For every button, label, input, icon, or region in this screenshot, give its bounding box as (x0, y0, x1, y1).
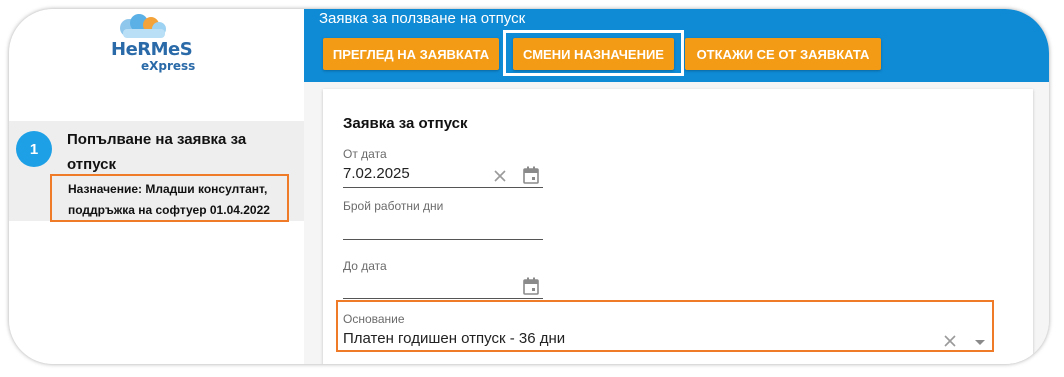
logo-name: HeRMeS (111, 39, 193, 60)
cancel-request-button[interactable]: ОТКАЖИ СЕ ОТ ЗАЯВКАТА (685, 38, 881, 70)
basis-label: Основание (343, 312, 405, 326)
assignment-line: поддръжка на софтуер 01.04.2022 (68, 203, 270, 217)
header-bar: Заявка за ползване на отпуск ПРЕГЛЕД НА … (304, 9, 1049, 82)
form-title: Заявка за отпуск (343, 115, 468, 132)
from-date-input[interactable]: 7.02.2025 (343, 165, 410, 182)
sidebar: HeRMeS eXpress 1 Попълване на заявка за … (9, 9, 304, 364)
to-date-label: До дата (343, 259, 387, 273)
work-days-label: Брой работни дни (343, 199, 444, 213)
step-panel[interactable]: 1 Попълване на заявка за отпуск Назначен… (9, 121, 304, 222)
cloud-logo-icon (120, 14, 166, 38)
clear-icon[interactable] (943, 334, 957, 348)
app-window: HeRMeS eXpress 1 Попълване на заявка за … (9, 9, 1049, 364)
calendar-icon[interactable] (523, 277, 539, 295)
clear-icon[interactable] (493, 169, 507, 183)
leave-request-form: Заявка за отпуск От дата 7.02.2025 Брой … (323, 89, 1033, 364)
logo: HeRMeS eXpress (109, 13, 204, 73)
logo-sub: eXpress (141, 59, 196, 73)
from-date-underline (343, 187, 543, 188)
work-days-underline (343, 239, 543, 240)
calendar-icon[interactable] (523, 166, 539, 184)
to-date-underline (343, 298, 543, 299)
assignment-info: Назначение: Младши консултант, поддръжка… (50, 174, 289, 222)
step-title: Попълване на заявка за отпуск (67, 131, 247, 173)
assignment-line: Назначение: Младши консултант, (68, 182, 268, 196)
from-date-label: От дата (343, 147, 387, 161)
change-assignment-button[interactable]: СМЕНИ НАЗНАЧЕНИЕ (513, 38, 674, 70)
page-title: Заявка за ползване на отпуск (319, 10, 526, 27)
dropdown-arrow-icon[interactable] (974, 339, 986, 346)
step-number-badge: 1 (16, 131, 52, 167)
review-request-button[interactable]: ПРЕГЛЕД НА ЗАЯВКАТА (323, 38, 499, 70)
basis-select[interactable]: Платен годишен отпуск - 36 дни (343, 330, 565, 347)
main-area: Заявка за ползване на отпуск ПРЕГЛЕД НА … (304, 9, 1049, 364)
